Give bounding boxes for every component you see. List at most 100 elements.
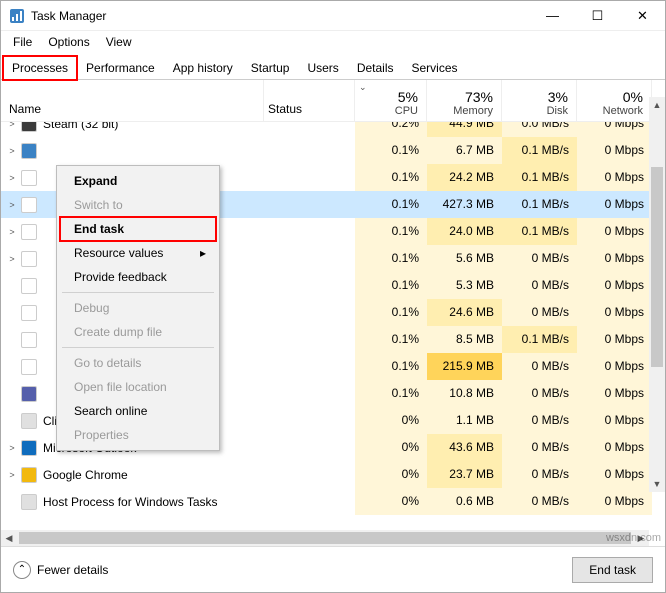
header-cpu[interactable]: ⌄ 5% CPU	[355, 80, 427, 121]
memory-cell: 43.6 MB	[427, 434, 502, 461]
tab-performance[interactable]: Performance	[77, 56, 164, 80]
header-status[interactable]: Status	[264, 80, 355, 121]
tab-services[interactable]: Services	[403, 56, 467, 80]
cpu-cell: 0%	[355, 407, 427, 434]
memory-cell: 10.8 MB	[427, 380, 502, 407]
ctx-properties: Properties	[60, 423, 216, 447]
disk-cell: 0 MB/s	[502, 407, 577, 434]
network-cell: 0 Mbps	[577, 122, 652, 137]
watermark: wsxdn.com	[606, 532, 661, 544]
expand-arrow-icon[interactable]: >	[5, 254, 19, 264]
scroll-left-icon[interactable]: ◀	[1, 533, 17, 544]
cpu-cell: 0.1%	[355, 380, 427, 407]
cpu-cell: 0.1%	[355, 218, 427, 245]
ctx-search-online[interactable]: Search online	[60, 399, 216, 423]
horizontal-scrollbar[interactable]: ◀ ▶	[1, 530, 649, 546]
disk-cell: 0 MB/s	[502, 299, 577, 326]
disk-cell: 0 MB/s	[502, 353, 577, 380]
network-cell: 0 Mbps	[577, 461, 652, 488]
memory-cell: 5.3 MB	[427, 272, 502, 299]
scroll-thumb-h[interactable]	[19, 532, 631, 544]
expand-arrow-icon[interactable]: >	[5, 173, 19, 183]
ctx-debug: Debug	[60, 296, 216, 320]
ctx-end-task[interactable]: End task	[60, 217, 216, 241]
header-memory[interactable]: 73% Memory	[427, 80, 502, 121]
header-name[interactable]: Name	[1, 80, 264, 121]
close-button[interactable]: ✕	[620, 1, 665, 30]
ctx-open-file-location: Open file location	[60, 375, 216, 399]
cpu-cell: 0%	[355, 434, 427, 461]
tab-processes[interactable]: Processes	[3, 56, 77, 80]
vertical-scrollbar[interactable]: ▲ ▼	[649, 97, 665, 492]
process-icon	[21, 251, 37, 267]
process-icon	[21, 197, 37, 213]
scroll-up-icon[interactable]: ▲	[649, 97, 665, 113]
ctx-expand[interactable]: Expand	[60, 169, 216, 193]
menu-view[interactable]: View	[98, 33, 140, 51]
process-name: Steam (32 bit)	[43, 122, 118, 131]
cpu-cell: 0%	[355, 461, 427, 488]
process-row[interactable]: >0.1%6.7 MB0.1 MB/s0 Mbps	[1, 137, 665, 164]
window-title: Task Manager	[31, 9, 530, 23]
minimize-button[interactable]: —	[530, 1, 575, 30]
network-cell: 0 Mbps	[577, 407, 652, 434]
disk-cell: 0.1 MB/s	[502, 191, 577, 218]
network-cell: 0 Mbps	[577, 326, 652, 353]
process-icon	[21, 224, 37, 240]
process-icon	[21, 305, 37, 321]
ctx-switch-to: Switch to	[60, 193, 216, 217]
tab-details[interactable]: Details	[348, 56, 403, 80]
cpu-cell: 0.1%	[355, 191, 427, 218]
expand-arrow-icon[interactable]: >	[5, 443, 19, 453]
ctx-provide-feedback[interactable]: Provide feedback	[60, 265, 216, 289]
process-icon	[21, 122, 37, 132]
process-row[interactable]: Host Process for Windows Tasks0%0.6 MB0 …	[1, 488, 665, 515]
memory-cell: 23.7 MB	[427, 461, 502, 488]
maximize-button[interactable]: ☐	[575, 1, 620, 30]
disk-cell: 0.0 MB/s	[502, 122, 577, 137]
tab-startup[interactable]: Startup	[242, 56, 299, 80]
process-icon	[21, 494, 37, 510]
process-icon	[21, 413, 37, 429]
network-cell: 0 Mbps	[577, 299, 652, 326]
ctx-resource-values[interactable]: Resource values▸	[60, 241, 216, 265]
end-task-button[interactable]: End task	[572, 557, 653, 583]
expand-arrow-icon[interactable]: >	[5, 227, 19, 237]
expand-arrow-icon[interactable]: >	[5, 470, 19, 480]
header-network[interactable]: 0% Network	[577, 80, 652, 121]
disk-cell: 0 MB/s	[502, 245, 577, 272]
memory-cell: 8.5 MB	[427, 326, 502, 353]
scroll-down-icon[interactable]: ▼	[649, 476, 665, 492]
scroll-thumb[interactable]	[651, 167, 663, 367]
sort-indicator-icon: ⌄	[359, 82, 367, 93]
expand-arrow-icon[interactable]: >	[5, 200, 19, 210]
expand-arrow-icon[interactable]: >	[5, 146, 19, 156]
tab-users[interactable]: Users	[298, 56, 347, 80]
expand-arrow-icon[interactable]: >	[5, 122, 19, 129]
app-icon	[9, 8, 25, 24]
memory-cell: 24.2 MB	[427, 164, 502, 191]
chevron-up-icon: ⌃	[13, 561, 31, 579]
memory-cell: 215.9 MB	[427, 353, 502, 380]
fewer-details-button[interactable]: ⌃ Fewer details	[13, 561, 108, 579]
disk-cell: 0 MB/s	[502, 380, 577, 407]
network-cell: 0 Mbps	[577, 218, 652, 245]
process-name: Host Process for Windows Tasks	[43, 495, 218, 509]
menu-options[interactable]: Options	[40, 33, 97, 51]
ctx-separator	[62, 292, 214, 293]
menu-file[interactable]: File	[5, 33, 40, 51]
column-headers: Name Status ⌄ 5% CPU 73% Memory 3% Disk …	[1, 80, 665, 122]
network-cell: 0 Mbps	[577, 434, 652, 461]
cpu-cell: 0.1%	[355, 299, 427, 326]
disk-cell: 0.1 MB/s	[502, 326, 577, 353]
process-row[interactable]: >Steam (32 bit)0.2%44.9 MB0.0 MB/s0 Mbps	[1, 122, 665, 137]
network-cell: 0 Mbps	[577, 272, 652, 299]
ctx-separator	[62, 347, 214, 348]
cpu-cell: 0.1%	[355, 272, 427, 299]
tab-apphistory[interactable]: App history	[164, 56, 242, 80]
memory-cell: 0.6 MB	[427, 488, 502, 515]
process-icon	[21, 440, 37, 456]
memory-cell: 5.6 MB	[427, 245, 502, 272]
header-disk[interactable]: 3% Disk	[502, 80, 577, 121]
process-row[interactable]: >Google Chrome0%23.7 MB0 MB/s0 Mbps	[1, 461, 665, 488]
